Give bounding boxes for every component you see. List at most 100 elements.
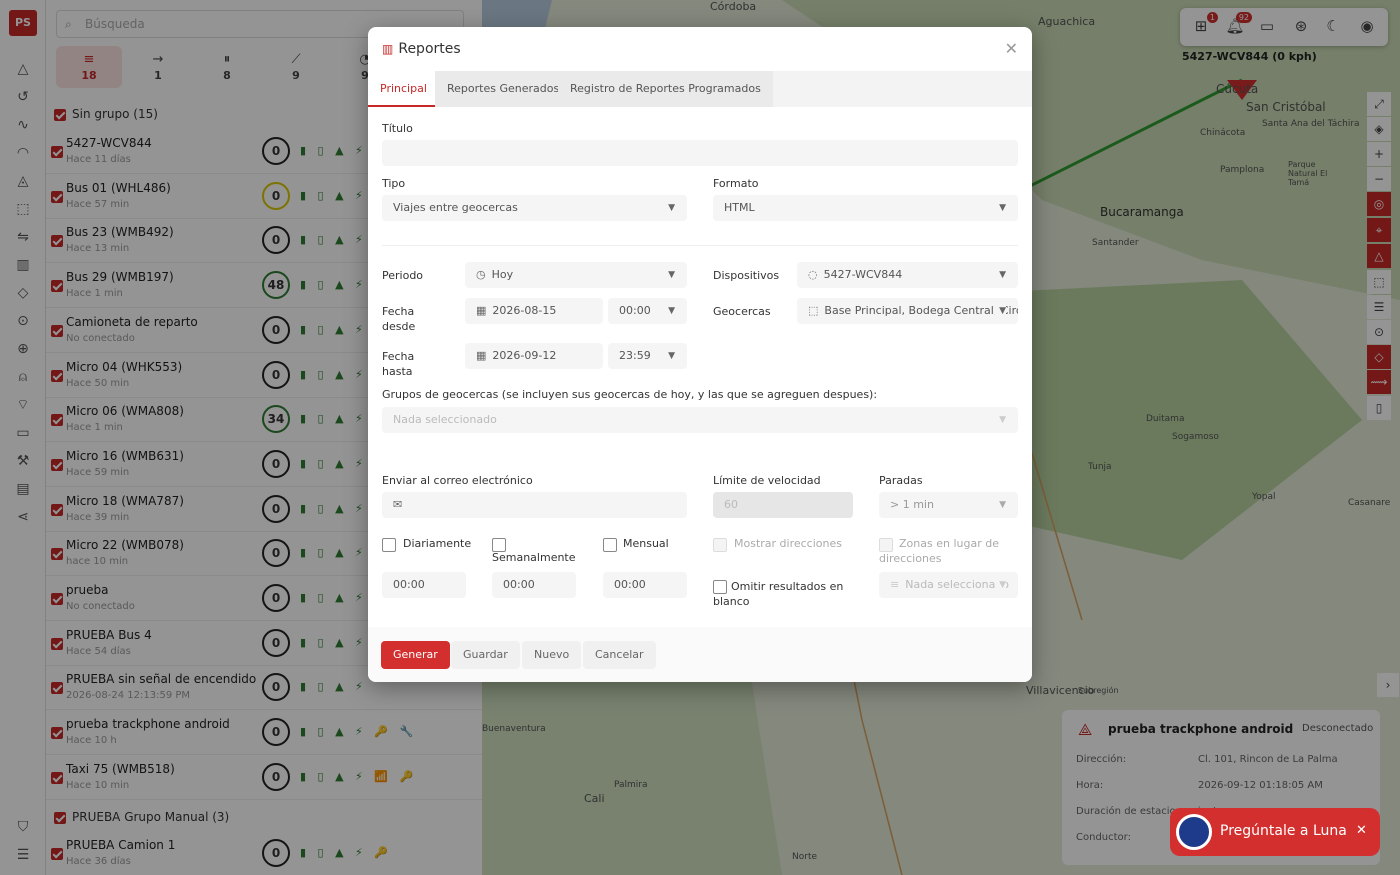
sliders-icon[interactable]: ☰ [12, 844, 34, 866]
routes-icon[interactable]: ⇋ [12, 226, 34, 248]
fecha-hasta-input[interactable]: ▦ 2026-09-12 [465, 343, 603, 369]
video-icon[interactable]: ▭ [12, 422, 34, 444]
mostrar-direcciones-checkbox[interactable] [713, 538, 727, 552]
vehicle-checkbox[interactable] [51, 146, 63, 158]
formato-select[interactable]: HTML ▼ [713, 195, 1018, 221]
vehicle-checkbox[interactable] [51, 235, 63, 248]
vehicle-row[interactable]: Taxi 75 (WMB518) Hace 10 min 0 ▮ ▯ ▲ ⚡ 📶 🔑 [46, 756, 482, 800]
tab-registro-programados[interactable]: Registro de Reportes Programados [558, 71, 773, 107]
shield-icon[interactable]: ⛉ [12, 816, 34, 838]
location-icon[interactable]: ⊙ [12, 310, 34, 332]
vehicle-row[interactable]: prueba trackphone android Hace 10 h 0 ▮ ▯ ▲… [46, 711, 482, 756]
history-icon[interactable]: ↺ [12, 86, 34, 108]
vehicle-checkbox[interactable] [51, 280, 63, 293]
path-tool-icon[interactable]: ⟿ [1367, 370, 1391, 394]
group-header-prueba-grupo[interactable]: PRUEBA Grupo Manual (3) [54, 803, 229, 831]
mensual-checkbox[interactable] [603, 538, 617, 552]
vehicle-checkbox[interactable] [51, 593, 63, 605]
route-tool-icon[interactable]: ⬚ [1367, 270, 1391, 294]
vehicle-checkbox[interactable] [51, 848, 63, 860]
luna-assistant-button[interactable]: Pregúntale a Luna ✕ [1170, 808, 1380, 856]
invoice-icon[interactable]: ▤ [12, 478, 34, 500]
group-checkbox[interactable] [54, 108, 66, 121]
generar-button[interactable]: Generar [381, 641, 450, 669]
periodo-select[interactable]: ◷ Hoy ▼ [465, 262, 687, 288]
vehicle-checkbox[interactable] [51, 682, 63, 695]
apps-icon[interactable]: ⊞ 1 [1190, 12, 1218, 37]
wrench-icon[interactable]: ⚒ [12, 450, 34, 472]
user-icon[interactable]: ◉ [1356, 17, 1378, 37]
hora-hasta-select[interactable]: 23:59 ▼ [608, 343, 687, 369]
diariamente-checkbox[interactable] [382, 538, 396, 552]
vehicle-checkbox[interactable] [51, 503, 63, 516]
moon-icon[interactable]: ☾ [1322, 17, 1344, 37]
bell-icon[interactable]: ◬ [12, 170, 34, 192]
status-icons: ▮ ▯ ▲ ⚡ 📶 🔑 [300, 769, 418, 783]
zoom-out-icon[interactable]: − [1367, 167, 1391, 191]
alert-icon[interactable]: △ [12, 58, 34, 80]
geofence-tool-icon[interactable]: ◎ [1367, 192, 1391, 216]
vehicle-checkbox[interactable] [51, 771, 63, 784]
share-icon[interactable]: ⋖ [12, 506, 34, 528]
expand-panel-icon[interactable]: › [1377, 673, 1399, 697]
email-input[interactable]: ✉ [382, 492, 687, 518]
filter-tab[interactable]: ≡ 18 [56, 46, 122, 88]
zoom-in-icon[interactable]: + [1367, 142, 1391, 166]
limite-velocidad-input[interactable]: 60 [713, 492, 853, 518]
semanal-time-input[interactable]: 00:00 [492, 572, 576, 598]
battery-tool-icon[interactable]: ▯ [1367, 396, 1391, 420]
group-checkbox[interactable] [54, 811, 66, 824]
vehicle-checkbox[interactable] [51, 369, 63, 382]
filter-tab[interactable]: → 1 [125, 46, 191, 88]
tag-tool-icon[interactable]: ◇ [1367, 345, 1391, 369]
paradas-select[interactable]: > 1 min ▼ [879, 492, 1018, 518]
tag-icon[interactable]: ◇ [12, 282, 34, 304]
layers-icon[interactable]: ◈ [1367, 117, 1391, 141]
vehicle-row[interactable]: PRUEBA Camion 1 Hace 36 días 0 ▮ ▯ ▲ ⚡ 🔑 [46, 832, 482, 875]
filter-tab[interactable]: ⏸ 8 [194, 46, 260, 88]
titulo-input[interactable] [382, 140, 1018, 166]
triangle-tool-icon[interactable]: △ [1367, 244, 1391, 268]
vehicle-last-seen: Hace 59 min [66, 466, 130, 478]
close-icon[interactable]: ✕ [1005, 39, 1018, 58]
person-location-icon[interactable]: ⍝ [12, 366, 34, 388]
zonas-select[interactable]: ≡ Nada seleccionado ▼ [879, 572, 1018, 598]
filter-tab[interactable]: ⟋ 9 [263, 46, 329, 88]
bell-icon[interactable]: 🔔︎ 92 [1224, 12, 1252, 37]
pin-tool-icon[interactable]: ⊙ [1367, 320, 1391, 344]
vehicle-checkbox[interactable] [51, 414, 63, 427]
vehicle-checkbox[interactable] [51, 637, 63, 650]
dispositivos-select[interactable]: ◌ 5427-WCV844 ▼ [797, 262, 1018, 288]
tab-reportes-generados[interactable]: Reportes Generados [435, 71, 572, 107]
hora-desde-select[interactable]: 00:00 ▼ [608, 298, 687, 324]
gauge-icon[interactable]: ◠ [12, 142, 34, 164]
close-icon[interactable]: ✕ [1356, 823, 1367, 838]
vehicle-checkbox[interactable] [51, 548, 63, 561]
tab-principal[interactable]: Principal [368, 71, 439, 107]
sliders-tool-icon[interactable]: ☰ [1367, 295, 1391, 319]
fullscreen-icon[interactable]: ⤢ [1367, 92, 1391, 116]
vehicle-checkbox[interactable] [51, 190, 63, 203]
target-icon[interactable]: ⊕ [12, 338, 34, 360]
tipo-select[interactable]: Viajes entre geocercas ▼ [382, 195, 687, 221]
help-icon[interactable]: ⊛ [1290, 17, 1312, 37]
mensual-time-input[interactable]: 00:00 [603, 572, 687, 598]
vehicle-name: Micro 04 (WHK553) [66, 359, 183, 374]
grupos-geocercas-select[interactable]: Nada seleccionado ▼ [382, 407, 1018, 433]
fecha-desde-input[interactable]: ▦ 2026-08-15 [465, 298, 603, 324]
vehicle-checkbox[interactable] [51, 324, 63, 337]
activity-icon[interactable]: ∿ [12, 114, 34, 136]
guardar-button[interactable]: Guardar [451, 641, 520, 669]
inbox-icon[interactable]: ▭ [1256, 17, 1278, 37]
focus-tool-icon[interactable]: ⌖ [1367, 218, 1391, 242]
nuevo-button[interactable]: Nuevo [522, 641, 582, 669]
cancelar-button[interactable]: Cancelar [583, 641, 656, 669]
chart-icon[interactable]: ▥ [12, 254, 34, 276]
vehicle-checkbox[interactable] [51, 458, 63, 471]
vehicle-checkbox[interactable] [51, 727, 63, 740]
group-header-sin-grupo[interactable]: Sin grupo (15) [54, 100, 158, 128]
geofence-icon[interactable]: ⬚ [12, 198, 34, 220]
diario-time-input[interactable]: 00:00 [382, 572, 466, 598]
geocercas-select[interactable]: ⬚ Base Principal, Bodega Central, Circ ▼ [797, 298, 1018, 324]
signal-icon[interactable]: ⌔ [12, 394, 34, 416]
